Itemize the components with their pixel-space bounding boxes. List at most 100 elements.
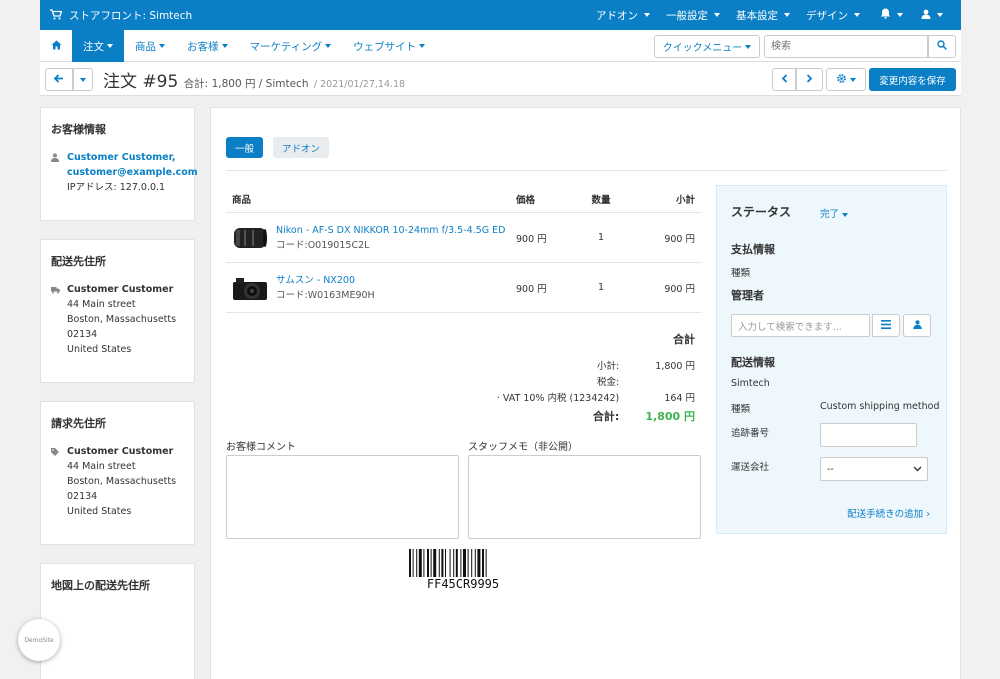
storefront-label: ストアフロント: Simtech xyxy=(69,10,193,22)
product-qty: 1 xyxy=(597,282,605,293)
truck-icon xyxy=(51,282,60,357)
product-price: 900 円 xyxy=(516,233,547,245)
staff-notes-textarea[interactable] xyxy=(468,455,701,539)
order-totals: 合計 小計: 1,800 円 税金: · VAT 10% 内税 (1234242)… xyxy=(491,331,701,427)
products-table: 商品 価格 数量 小計 Nikon - AF-S DX NIKKOR 10-24… xyxy=(226,186,701,313)
customer-info-heading: お客様情報 xyxy=(51,123,106,136)
totals-heading: 合計 xyxy=(673,333,695,346)
shipping-line: Boston, Massachusetts xyxy=(67,314,177,325)
save-changes-button[interactable]: 変更内容を保存 xyxy=(869,68,956,91)
tab-addons[interactable]: アドオン xyxy=(273,137,330,158)
total-value: 1,800 円 xyxy=(645,410,695,423)
nav-website[interactable]: ウェブサイト xyxy=(342,30,436,62)
subtotal-label: 小計: xyxy=(597,361,620,372)
subtotal-value: 1,800 円 xyxy=(655,361,695,372)
chevron-left-icon xyxy=(781,73,788,86)
storefront-switcher[interactable]: ストアフロント: Simtech xyxy=(50,8,192,23)
shipping-type-value: Custom shipping method xyxy=(820,401,940,412)
shipping-name: Customer Customer xyxy=(67,284,174,295)
back-button[interactable] xyxy=(45,68,73,91)
customer-info-panel: お客様情報 Customer Customer, customer@exampl… xyxy=(40,107,198,221)
table-header: 商品 価格 数量 小計 xyxy=(226,186,701,213)
customer-comment-textarea[interactable] xyxy=(226,455,459,539)
customer-name-link[interactable]: Customer Customer, xyxy=(67,150,198,165)
arrow-left-icon xyxy=(53,73,64,86)
nav-customers[interactable]: お客様 xyxy=(176,30,239,62)
table-row: Nikon - AF-S DX NIKKOR 10-24mm f/3.5-4.5… xyxy=(226,213,701,263)
main-nav: 注文 商品 お客様 マーケティング ウェブサイト クイックメニュー xyxy=(40,30,961,62)
billing-line: United States xyxy=(67,506,132,517)
manager-search-input[interactable]: 入力して検索できます... xyxy=(731,314,870,337)
shipping-line: United States xyxy=(67,344,132,355)
settings-dropdown-button[interactable] xyxy=(826,68,866,91)
search-input[interactable] xyxy=(764,35,928,58)
back-dropdown-button[interactable] xyxy=(73,68,93,91)
customer-email-link[interactable]: customer@example.com xyxy=(67,165,198,180)
home-icon xyxy=(51,40,62,53)
order-details-card: 一般 アドオン 商品 価格 数量 小計 Nikon - AF-S DX NIKK… xyxy=(210,107,961,679)
menu-addons[interactable]: アドオン xyxy=(588,8,658,23)
product-image[interactable] xyxy=(232,273,268,303)
billing-line: Boston, Massachusetts xyxy=(67,476,177,487)
shipping-line: 02134 xyxy=(67,329,98,340)
billing-line: 02134 xyxy=(67,491,98,502)
customer-comment-label: お客様コメント xyxy=(226,442,296,453)
tab-general[interactable]: 一般 xyxy=(226,137,264,158)
shipping-type-label: 種類 xyxy=(731,404,751,415)
map-address-panel: 地図上の配送先住所 xyxy=(40,563,195,679)
page-title: 注文 #95 合計: 1,800 円 / Simtech / 2021/01/2… xyxy=(103,72,406,92)
search-icon xyxy=(937,40,947,53)
product-subtotal: 900 円 xyxy=(664,283,695,295)
menu-basic-settings[interactable]: 基本設定 xyxy=(728,8,798,23)
product-name-link[interactable]: Nikon - AF-S DX NIKKOR 10-24mm f/3.5-4.5… xyxy=(276,223,505,238)
nav-products[interactable]: 商品 xyxy=(124,30,176,62)
quick-menu-button[interactable]: クイックメニュー xyxy=(654,35,760,58)
menu-design[interactable]: デザイン xyxy=(798,8,868,23)
manager-list-button[interactable] xyxy=(872,314,900,337)
product-subtotal: 900 円 xyxy=(664,233,695,245)
status-dropdown[interactable]: 完了 xyxy=(820,206,849,220)
chevron-down-icon xyxy=(913,464,922,475)
table-row: サムスン - NX200 コード:W0163ME90H 900 円 1 900 … xyxy=(226,263,701,313)
user-icon xyxy=(51,150,59,195)
notifications-menu[interactable] xyxy=(868,8,915,22)
tax-label: 税金: xyxy=(597,377,620,388)
shipping-address-panel: 配送先住所 Customer Customer 44 Main street B… xyxy=(40,239,195,383)
product-qty: 1 xyxy=(597,232,605,243)
payment-heading: 支払情報 xyxy=(731,243,775,256)
status-heading: ステータス xyxy=(731,205,792,219)
next-order-button[interactable] xyxy=(796,68,823,91)
divider xyxy=(226,170,947,171)
user-icon xyxy=(921,9,931,22)
vat-label: · VAT 10% 内税 (1234242) xyxy=(496,393,620,404)
add-shipment-link[interactable]: 配送手続きの追加 › xyxy=(847,506,930,520)
map-address-heading: 地図上の配送先住所 xyxy=(51,579,150,592)
carrier-select[interactable]: -- xyxy=(820,457,928,481)
cart-icon xyxy=(50,8,63,23)
nav-orders[interactable]: 注文 xyxy=(72,30,124,62)
top-bar: ストアフロント: Simtech アドオン 一般設定 基本設定 デザイン xyxy=(40,0,961,30)
search-button[interactable] xyxy=(928,35,956,58)
nav-home[interactable] xyxy=(40,30,72,62)
bell-icon xyxy=(880,8,891,22)
status-panel: ステータス 完了 支払情報 種類 管理者 入力して検索できます... 配送情報 … xyxy=(716,185,947,534)
nav-marketing[interactable]: マーケティング xyxy=(239,30,343,62)
carrier-label: 運送会社 xyxy=(731,462,770,473)
prev-order-button[interactable] xyxy=(772,68,796,91)
billing-name: Customer Customer xyxy=(67,446,174,457)
manager-heading: 管理者 xyxy=(731,289,764,302)
order-summary: 合計: 1,800 円 / Simtech xyxy=(183,78,309,90)
assign-user-button[interactable] xyxy=(903,314,931,337)
product-name-link[interactable]: サムスン - NX200 xyxy=(276,273,375,288)
user-menu[interactable] xyxy=(915,9,961,22)
tracking-label: 追跡番号 xyxy=(731,428,770,439)
shipping-company: Simtech xyxy=(731,378,770,389)
menu-general-settings[interactable]: 一般設定 xyxy=(658,8,728,23)
tracking-number-input[interactable] xyxy=(820,423,917,447)
shipping-address-heading: 配送先住所 xyxy=(51,255,106,268)
list-icon xyxy=(881,319,891,332)
demo-site-badge[interactable]: DemoSite xyxy=(18,619,60,661)
product-image[interactable] xyxy=(232,223,268,253)
chevron-right-icon xyxy=(806,73,813,86)
billing-address-heading: 請求先住所 xyxy=(51,417,106,430)
